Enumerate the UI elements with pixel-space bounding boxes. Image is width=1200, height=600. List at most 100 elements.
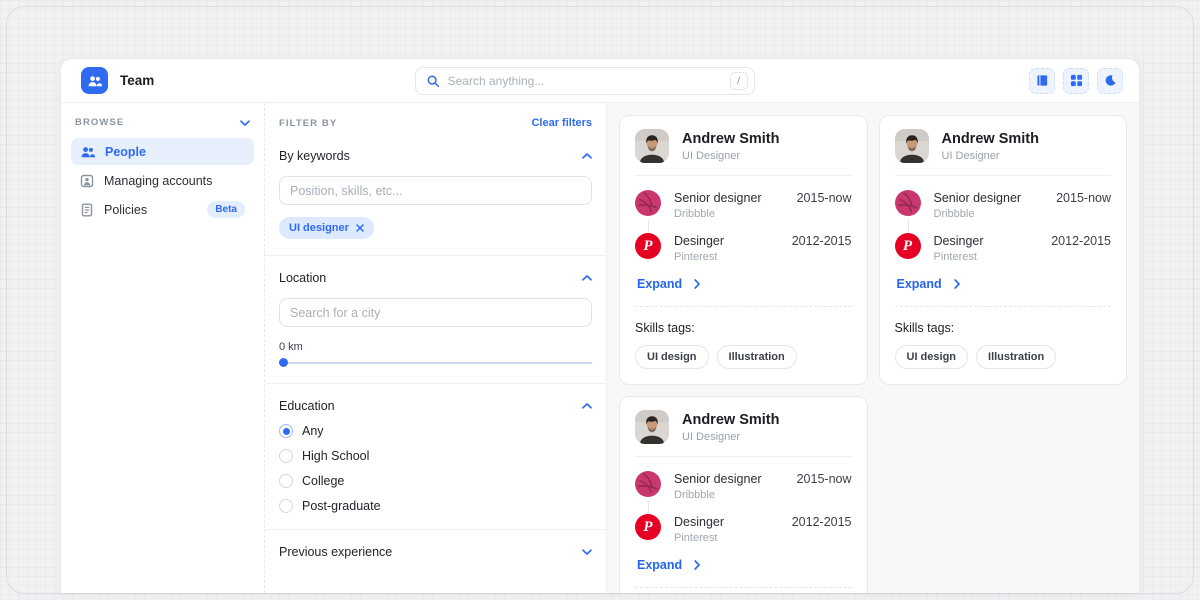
keyword-tag-ui-designer[interactable]: UI designer <box>279 217 374 239</box>
location-section-header[interactable]: Location <box>279 271 592 285</box>
skill-chip[interactable]: Illustration <box>717 345 797 369</box>
person-card[interactable]: Andrew Smith UI Designer <box>879 115 1128 385</box>
sidebar-item-managing-accounts[interactable]: Managing accounts <box>71 167 254 194</box>
card-dashed-divider <box>895 306 1112 307</box>
experience-company: Pinterest <box>674 251 779 263</box>
experience-role: Senior designer <box>674 472 784 486</box>
book-icon <box>1036 74 1049 87</box>
distance-slider-group: 0 km <box>279 341 592 367</box>
skills-label: Skills tags: <box>635 321 852 335</box>
account-badge-icon <box>80 174 94 188</box>
radio-option-high-school[interactable]: High School <box>279 449 592 463</box>
education-section-header[interactable]: Education <box>279 399 592 413</box>
person-card[interactable]: Andrew Smith UI Designer <box>619 396 868 593</box>
chevron-down-icon[interactable] <box>240 120 250 126</box>
keywords-label: By keywords <box>279 149 350 163</box>
person-name: Andrew Smith <box>942 131 1039 147</box>
card-dashed-divider <box>635 587 852 588</box>
experience-period: 2015-now <box>797 472 852 486</box>
sidebar-item-label: People <box>105 145 146 159</box>
radio-option-college[interactable]: College <box>279 474 592 488</box>
avatar <box>635 410 669 444</box>
slider-thumb[interactable] <box>279 358 288 367</box>
browse-section-header[interactable]: BROWSE <box>71 115 254 138</box>
search-bar[interactable]: / <box>415 67 755 95</box>
app-logo[interactable] <box>81 67 108 94</box>
experience-role: Desinger <box>934 234 1039 248</box>
docs-button[interactable] <box>1029 68 1055 94</box>
dribbble-icon <box>895 190 921 216</box>
person-role: UI Designer <box>682 150 779 162</box>
clear-filters-link[interactable]: Clear filters <box>531 117 592 129</box>
radio-option-any[interactable]: Any <box>279 424 592 438</box>
chevron-down-icon[interactable] <box>582 549 592 555</box>
header-center: / <box>154 67 1029 95</box>
education-label: Education <box>279 399 335 413</box>
remove-tag-icon[interactable] <box>356 224 364 232</box>
city-search-input[interactable] <box>279 298 592 327</box>
experience-period: 2015-now <box>1056 191 1111 205</box>
person-card[interactable]: Andrew Smith UI Designer <box>619 115 868 385</box>
header-actions <box>1029 68 1123 94</box>
beta-badge: Beta <box>207 201 245 218</box>
previous-experience-section-header[interactable]: Previous experience <box>279 545 592 559</box>
card-dashed-divider <box>635 306 852 307</box>
card-divider <box>635 175 852 176</box>
expand-button[interactable]: Expand <box>637 558 852 572</box>
skill-chip[interactable]: Illustration <box>976 345 1056 369</box>
radio[interactable] <box>279 449 293 463</box>
team-logo-icon <box>87 74 102 88</box>
sidebar-item-people[interactable]: People <box>71 138 254 165</box>
search-input[interactable] <box>448 74 730 88</box>
sidebar: BROWSE People Managing accounts <box>61 103 264 593</box>
distance-slider[interactable] <box>279 358 592 367</box>
document-icon <box>80 203 94 217</box>
chevron-up-icon[interactable] <box>582 275 592 281</box>
radio[interactable] <box>279 499 293 513</box>
search-shortcut-key: / <box>730 72 748 90</box>
experience-period: 2012-2015 <box>792 515 852 529</box>
radio-selected[interactable] <box>279 424 293 438</box>
experience-company: Pinterest <box>674 532 779 544</box>
chevron-up-icon[interactable] <box>582 403 592 409</box>
sidebar-item-policies[interactable]: Policies Beta <box>71 196 254 223</box>
filter-panel: FILTER BY Clear filters By keywords UI d… <box>264 103 606 593</box>
experience-role: Senior designer <box>674 191 784 205</box>
experience-period: 2015-now <box>797 191 852 205</box>
browse-label: BROWSE <box>75 117 124 128</box>
skill-chip[interactable]: UI design <box>895 345 969 369</box>
experience-role: Desinger <box>674 234 779 248</box>
skill-chip[interactable]: UI design <box>635 345 709 369</box>
app-title: Team <box>120 73 154 88</box>
sidebar-item-label: Policies <box>104 203 147 217</box>
apps-button[interactable] <box>1063 68 1089 94</box>
pinterest-icon: P <box>635 233 661 259</box>
content-area: BROWSE People Managing accounts <box>61 103 1139 593</box>
card-divider <box>895 175 1112 176</box>
keywords-section-header[interactable]: By keywords <box>279 149 592 163</box>
location-label: Location <box>279 271 326 285</box>
dark-mode-toggle[interactable] <box>1097 68 1123 94</box>
experience-role: Desinger <box>674 515 779 529</box>
expand-button[interactable]: Expand <box>897 277 1112 291</box>
pinterest-icon: P <box>895 233 921 259</box>
skills-label: Skills tags: <box>895 321 1112 335</box>
people-icon <box>80 145 95 159</box>
chevron-up-icon[interactable] <box>582 153 592 159</box>
experience-company: Dribbble <box>674 489 784 501</box>
search-icon <box>426 74 440 88</box>
previous-experience-label: Previous experience <box>279 545 392 559</box>
experience-company: Dribbble <box>674 208 784 220</box>
radio[interactable] <box>279 474 293 488</box>
person-name: Andrew Smith <box>682 131 779 147</box>
expand-button[interactable]: Expand <box>637 277 852 291</box>
keywords-input[interactable] <box>279 176 592 205</box>
grid-icon <box>1070 74 1083 87</box>
person-role: UI Designer <box>942 150 1039 162</box>
radio-option-post-graduate[interactable]: Post-graduate <box>279 499 592 513</box>
experience-row: P Desinger Pinterest 2012-2015 <box>635 233 852 263</box>
experience-period: 2012-2015 <box>792 234 852 248</box>
experience-period: 2012-2015 <box>1051 234 1111 248</box>
app-window: Team / <box>60 58 1140 593</box>
chevron-right-icon <box>694 279 700 289</box>
